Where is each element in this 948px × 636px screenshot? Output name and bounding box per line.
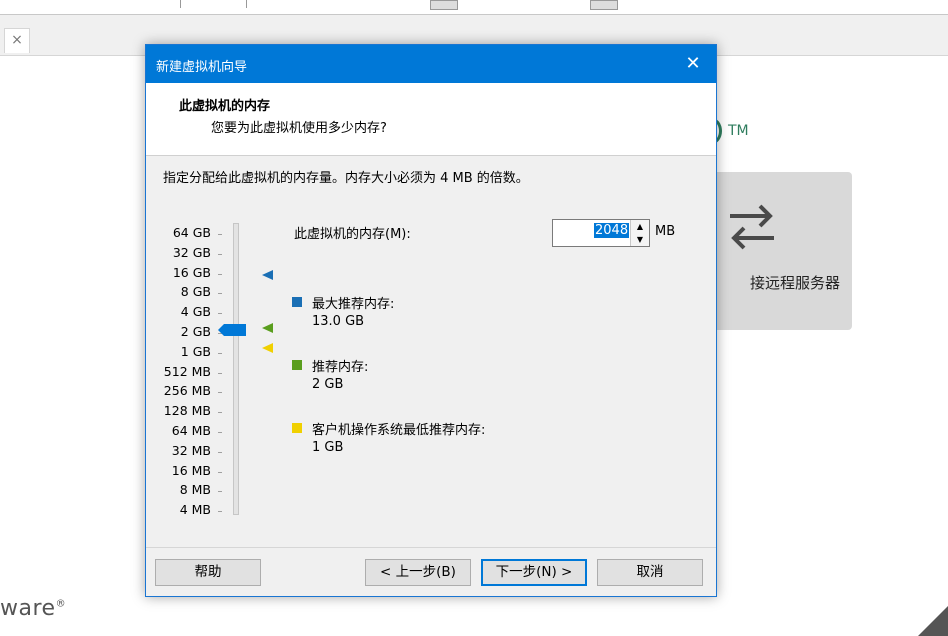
scale-tick bbox=[218, 471, 222, 473]
scale-label: 1 GB bbox=[180, 343, 211, 359]
scale-tick bbox=[218, 313, 222, 315]
scale-label: 4 MB bbox=[179, 502, 211, 518]
scale-tick bbox=[218, 491, 222, 493]
vmware-logo-text: ware bbox=[0, 596, 56, 621]
legend-swatch-blue-icon bbox=[292, 297, 302, 307]
scale-tick bbox=[218, 511, 222, 513]
page-title: 此虚拟机的内存 bbox=[179, 99, 271, 114]
back-button[interactable]: < 上一步(B) bbox=[365, 559, 471, 586]
swap-arrows-icon bbox=[724, 198, 780, 258]
scale-label: 2 GB bbox=[180, 324, 211, 339]
scale-tick bbox=[218, 234, 222, 235]
new-vm-wizard-dialog: 新建虚拟机向导 ✕ 此虚拟机的内存 您要为此虚拟机使用多少内存? 指定分配给此虚… bbox=[145, 44, 717, 597]
help-button[interactable]: 帮助 bbox=[155, 559, 261, 586]
scale-tick bbox=[218, 253, 222, 255]
scale-label: 16 MB bbox=[171, 462, 211, 478]
scale-label: 512 MB bbox=[163, 363, 211, 379]
scale-label: 64 MB bbox=[171, 423, 211, 438]
memory-spinbox[interactable]: 2048 ▲ ▼ bbox=[552, 219, 650, 247]
memory-unit: MB bbox=[655, 224, 676, 239]
legend-label: 客户机操作系统最低推荐内存: bbox=[312, 423, 486, 438]
trademark-label: TM bbox=[728, 123, 749, 139]
scale-label: 8 MB bbox=[179, 482, 211, 498]
page-subtitle: 您要为此虚拟机使用多少内存? bbox=[211, 121, 387, 136]
vmware-logo-mark: ® bbox=[55, 598, 67, 610]
toolbar-button-icon[interactable] bbox=[430, 0, 458, 10]
button-row-separator bbox=[146, 547, 716, 548]
legend-swatch-green-icon bbox=[292, 360, 302, 370]
spin-up-icon[interactable]: ▲ bbox=[631, 220, 649, 234]
legend-label: 推荐内存: bbox=[312, 360, 369, 375]
legend-value: 13.0 GB bbox=[312, 314, 365, 329]
scale-label: 64 GB bbox=[172, 225, 211, 240]
wizard-header: 此虚拟机的内存 您要为此虚拟机使用多少内存? bbox=[146, 83, 716, 156]
connect-remote-server-card[interactable]: 接远程服务器 bbox=[700, 172, 852, 330]
dialog-titlebar[interactable]: 新建虚拟机向导 ✕ bbox=[146, 45, 716, 83]
scale-tick bbox=[218, 293, 222, 295]
scale-tick bbox=[218, 451, 222, 453]
scale-tick bbox=[218, 372, 222, 374]
scale-tick bbox=[218, 352, 222, 354]
legend-value: 1 GB bbox=[312, 440, 344, 455]
scale-label: 4 GB bbox=[180, 304, 211, 320]
toolbar-separator bbox=[246, 0, 247, 8]
scale-label: 128 MB bbox=[163, 403, 211, 419]
memory-input[interactable]: 2048 bbox=[594, 223, 630, 238]
recommended-marker-icon bbox=[262, 323, 273, 333]
dialog-title: 新建虚拟机向导 bbox=[156, 60, 248, 75]
spin-down-icon[interactable]: ▼ bbox=[631, 233, 649, 246]
toolbar-button-icon[interactable] bbox=[590, 0, 618, 10]
scale-tick bbox=[218, 412, 222, 414]
legend-swatch-yellow-icon bbox=[292, 423, 302, 433]
corner-decoration bbox=[918, 606, 948, 636]
spin-buttons: ▲ ▼ bbox=[630, 220, 649, 246]
app-toolbar bbox=[0, 0, 948, 15]
toolbar-separator bbox=[180, 0, 181, 8]
vmware-logo: ware® bbox=[0, 596, 66, 621]
memory-slider-track[interactable] bbox=[233, 223, 239, 515]
scale-tick bbox=[218, 273, 222, 275]
scale-label: 256 MB bbox=[163, 383, 211, 399]
cancel-button[interactable]: 取消 bbox=[597, 559, 703, 586]
next-button[interactable]: 下一步(N) > bbox=[481, 559, 587, 586]
scale-tick bbox=[218, 432, 222, 433]
legend-value: 2 GB bbox=[312, 377, 344, 392]
scale-label: 32 MB bbox=[171, 442, 211, 458]
legend-label: 最大推荐内存: bbox=[312, 297, 395, 312]
max-recommended-marker-icon bbox=[262, 270, 273, 280]
tab-close-icon[interactable]: × bbox=[4, 28, 30, 53]
scale-label: 16 GB bbox=[172, 264, 211, 280]
memory-slider-thumb[interactable] bbox=[218, 324, 246, 336]
close-icon[interactable]: ✕ bbox=[670, 45, 716, 83]
scale-tick bbox=[218, 392, 222, 394]
instruction-text: 指定分配给此虚拟机的内存量。内存大小必须为 4 MB 的倍数。 bbox=[163, 171, 529, 186]
memory-field-label: 此虚拟机的内存(M): bbox=[294, 227, 411, 242]
scale-label: 32 GB bbox=[172, 244, 211, 260]
connect-remote-server-label: 接远程服务器 bbox=[749, 274, 840, 292]
min-recommended-marker-icon bbox=[262, 343, 273, 353]
scale-label: 8 GB bbox=[180, 284, 211, 300]
